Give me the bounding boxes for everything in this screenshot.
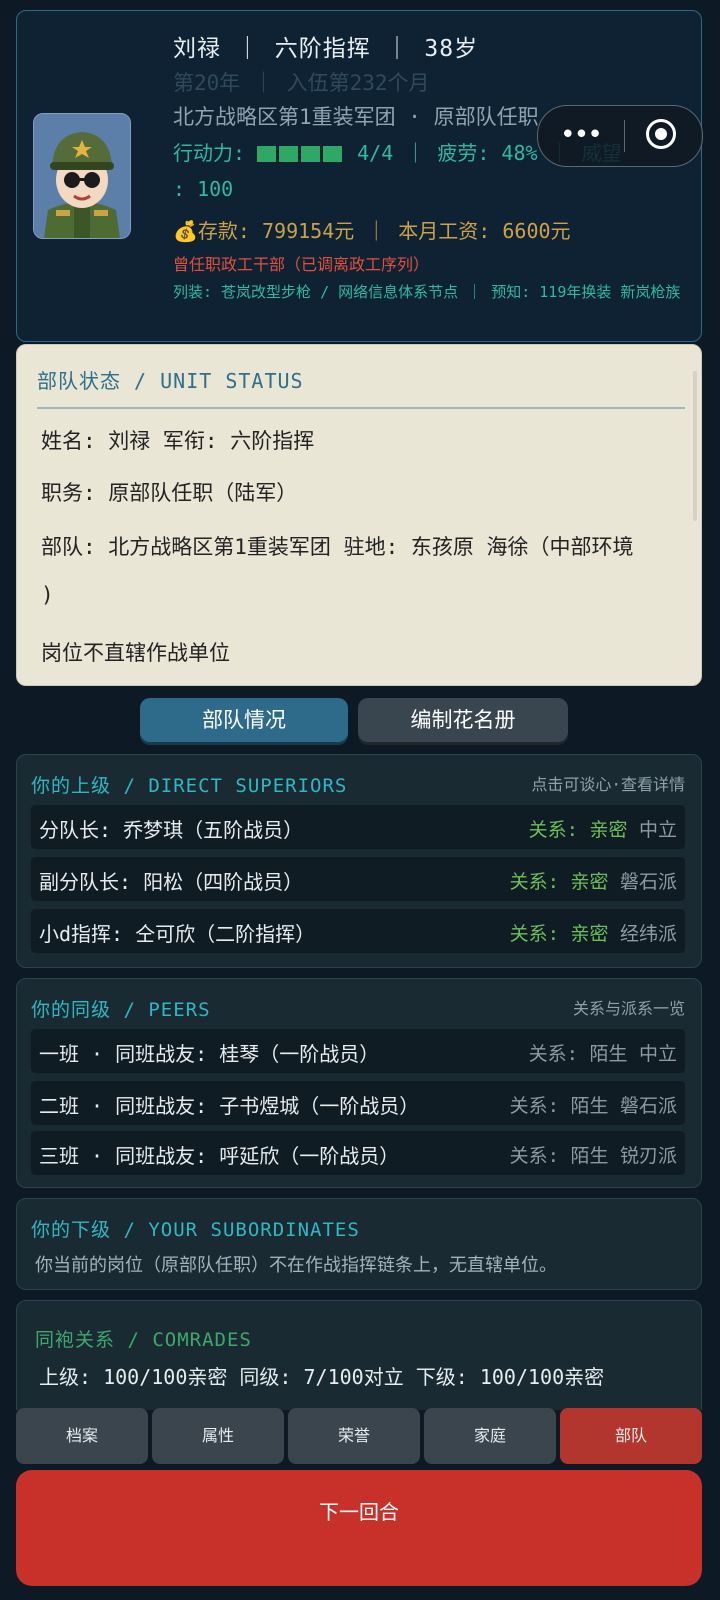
more-dots-icon[interactable]: ••• [560, 120, 603, 150]
service-duration: 第20年 ｜ 入伍第232个月 [173, 71, 430, 95]
next-turn-button[interactable]: 下一回合 [16, 1470, 702, 1586]
peer-relation-group: 关系: 陌生 中立 [529, 1039, 677, 1066]
soldier-name-rank-age: 刘禄 ｜ 六阶指挥 ｜ 38岁 [173, 36, 479, 62]
peer-name: 二班 · 同班战友: 子书煜城（一阶战员） [39, 1094, 420, 1118]
superior-row[interactable]: 分队长: 乔梦琪（五阶战员） 关系: 亲密 中立 [31, 805, 685, 849]
relation-status: 关系: 亲密 [509, 923, 609, 945]
peers-hint: 关系与派系一览 [572, 999, 685, 1018]
peer-name: 三班 · 同班战友: 呼延欣（一阶战员） [39, 1144, 400, 1168]
nav-honors[interactable]: 荣誉 [288, 1408, 420, 1464]
faction: 磐石派 [619, 871, 677, 893]
relation-status: 关系: 亲密 [509, 871, 609, 893]
warning-line: 曾任职政工干部（已调离政工序列） [173, 255, 430, 274]
superiors-hint: 点击可谈心·查看详情 [531, 775, 685, 794]
nav-archive[interactable]: 档案 [16, 1408, 148, 1464]
unit-location-cont: ) [41, 583, 54, 607]
prestige-value: : 100 [173, 177, 234, 201]
avatar[interactable] [33, 113, 131, 239]
unit-status-title: 部队状态 / UNIT STATUS [37, 369, 304, 393]
tab-unit-situation[interactable]: 部队情况 [140, 698, 348, 742]
subordinates-panel: 你的下级 / YOUR SUBORDINATES 你当前的岗位（原部队任职）不在… [16, 1198, 702, 1290]
action-points-bar [257, 143, 345, 167]
peer-relation-group: 关系: 陌生 锐刃派 [510, 1141, 677, 1168]
unit-line: 北方战略区第1重装军团 · 原部队任职 [173, 105, 539, 129]
superior-relation-group: 关系: 亲密 中立 [529, 815, 677, 842]
nav-family[interactable]: 家庭 [424, 1408, 556, 1464]
duty: 职务: 原部队任职（陆军） [41, 481, 298, 505]
faction: 经纬派 [619, 923, 677, 945]
superior-name: 分队长: 乔梦琪（五阶战员） [39, 818, 304, 842]
relation-status: 关系: 陌生 [509, 1145, 609, 1167]
superior-relation-group: 关系: 亲密 磐石派 [510, 867, 677, 894]
relation-status: 关系: 陌生 [509, 1095, 609, 1117]
peer-row[interactable]: 二班 · 同班战友: 子书煜城（一阶战员） 关系: 陌生 磐石派 [31, 1081, 685, 1125]
superior-row[interactable]: 小d指挥: 仝可欣（二阶指挥） 关系: 亲密 经纬派 [31, 909, 685, 953]
mini-program-capsule: ••• [537, 105, 703, 167]
relation-status: 关系: 陌生 [528, 1043, 628, 1065]
peer-row[interactable]: 三班 · 同班战友: 呼延欣（一阶战员） 关系: 陌生 锐刃派 [31, 1131, 685, 1175]
superior-name: 副分队长: 阳松（四阶战员） [39, 870, 304, 894]
scrollbar[interactable] [693, 371, 697, 521]
action-label: 行动力: [173, 141, 246, 165]
action-value: 4/4 [357, 141, 394, 165]
nav-attributes[interactable]: 属性 [152, 1408, 284, 1464]
unit-location: 部队: 北方战略区第1重装军团 驻地: 东孩原 海徐（中部环境 [41, 535, 634, 559]
superior-name: 小d指挥: 仝可欣（二阶指挥） [39, 922, 316, 946]
unit-status-panel: 部队状态 / UNIT STATUS 姓名: 刘禄 军衔: 六阶指挥 职务: 原… [16, 344, 702, 686]
peers-panel: 你的同级 / PEERS 关系与派系一览 一班 · 同班战友: 桂琴（一阶战员）… [16, 978, 702, 1188]
profile-card: 刘禄 ｜ 六阶指挥 ｜ 38岁 第20年 ｜ 入伍第232个月 北方战略区第1重… [16, 10, 703, 342]
superior-relation-group: 关系: 亲密 经纬派 [510, 919, 677, 946]
record-circle-icon[interactable] [646, 119, 676, 149]
peer-name: 一班 · 同班战友: 桂琴（一阶战员） [39, 1042, 380, 1066]
relation-status: 关系: 亲密 [528, 819, 628, 841]
comrades-panel: 同袍关系 / COMRADES 上级: 100/100亲密 同级: 7/100对… [16, 1300, 702, 1410]
tab-roster[interactable]: 编制花名册 [358, 698, 568, 742]
divider [37, 407, 685, 409]
peer-relation-group: 关系: 陌生 磐石派 [510, 1091, 677, 1118]
subordinates-title: 你的下级 / YOUR SUBORDINATES [31, 1219, 360, 1241]
nav-unit[interactable]: 部队 [560, 1408, 702, 1464]
money-line: 💰存款: 799154元 ｜ 本月工资: 6600元 [173, 219, 571, 243]
comrades-title: 同袍关系 / COMRADES [35, 1329, 252, 1351]
subordinates-text: 你当前的岗位（原部队任职）不在作战指挥链条上，无直辖单位。 [35, 1255, 557, 1276]
name-rank: 姓名: 刘禄 军衔: 六阶指挥 [41, 429, 315, 453]
comrades-summary: 上级: 100/100亲密 同级: 7/100对立 下级: 100/100亲密 [39, 1365, 605, 1389]
faction: 磐石派 [619, 1095, 677, 1117]
superiors-panel: 你的上级 / DIRECT SUPERIORS 点击可谈心·查看详情 分队长: … [16, 754, 702, 968]
peers-title: 你的同级 / PEERS [31, 999, 211, 1021]
faction: 锐刃派 [619, 1145, 677, 1167]
superiors-title: 你的上级 / DIRECT SUPERIORS [31, 775, 348, 797]
post-note: 岗位不直辖作战单位 [41, 641, 230, 665]
faction: 中立 [638, 819, 677, 841]
capsule-divider [624, 120, 625, 152]
peer-row[interactable]: 一班 · 同班战友: 桂琴（一阶战员） 关系: 陌生 中立 [31, 1029, 685, 1073]
equipment-line: 列装: 苍岚改型步枪 / 网络信息体系节点 ｜ 预知: 119年换装 新岚枪族 [173, 283, 681, 301]
superior-row[interactable]: 副分队长: 阳松（四阶战员） 关系: 亲密 磐石派 [31, 857, 685, 901]
faction: 中立 [638, 1043, 677, 1065]
